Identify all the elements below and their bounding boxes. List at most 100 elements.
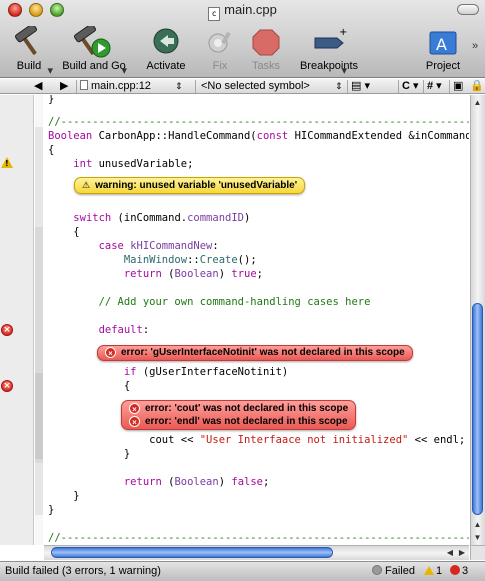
error-message-text: error: 'gUserInterfaceNotinit' was not d… [121,347,405,358]
code-folding-ribbon[interactable] [35,95,43,545]
warning-indicator-icon[interactable]: ! [1,157,13,168]
scrollbar-corner [470,545,485,560]
error-message-bubble[interactable]: × error: 'cout' was not declared in this … [121,400,357,430]
code-token: true [231,268,257,280]
warning-count[interactable]: 1 [424,562,442,581]
scroll-up-arrow-icon[interactable]: ▲ [472,518,483,531]
build-menu-chevron-icon[interactable]: ▾ [47,64,53,77]
code-line-create: MainWindow::Create(); [48,253,257,267]
code-token: unusedVariable; [92,158,194,170]
code-line: } [48,447,130,461]
counterpart-popup[interactable]: C ▾ [402,79,419,94]
scroll-up-arrow-icon[interactable]: ▲ [472,96,483,109]
tasks-button[interactable]: Tasks [244,26,288,76]
error-message-row: × error: 'endl' was not declared in this … [129,415,348,428]
warning-message-text: warning: unused variable 'unusedVariable… [95,180,298,191]
file-popup-arrows-icon: ⇕ [175,81,183,91]
code-line-cout: cout << "User Interfaace not initialized… [48,433,465,447]
scroll-left-arrow-icon[interactable]: ◀ [444,546,456,559]
code-token: Boolean [48,130,93,142]
vertical-scroll-thumb[interactable] [472,303,483,515]
svg-text:+: + [339,27,347,38]
build-result-icon [372,565,382,575]
lock-icon[interactable]: 🔒 [470,79,484,94]
build-and-go-label: Build and Go [62,60,126,72]
project-button[interactable]: A Project [418,26,468,76]
code-token: Create [199,254,238,266]
code-token: (inCommand. [111,212,188,224]
code-token: :: [187,254,200,266]
fix-button[interactable]: Fix [200,26,240,76]
code-token: { [123,380,131,392]
error-indicator-icon[interactable]: × [1,380,13,392]
code-token: "User Interfaace not initialized" [199,434,409,446]
file-icon [80,80,88,90]
code-token: default [98,324,143,336]
code-line-return-false: return (Boolean) false; [48,475,269,489]
warning-message-bubble[interactable]: ⚠ warning: unused variable 'unusedVariabl… [74,177,306,194]
svg-text:A: A [436,35,447,54]
code-line-case: case kHICommandNew: [48,239,219,253]
code-token: << endl; [408,434,466,446]
editor-navigation-bar: ◀ ▶ main.cpp:12 ⇕ <No selected symbol> ⇕… [0,79,485,94]
warning-icon [424,566,434,575]
code-token: (gUserInterfaceNotinit) [136,366,289,378]
horizontal-scroll-thumb[interactable] [51,547,333,558]
build-result[interactable]: Failed [372,562,415,581]
project-icon: A [429,31,457,55]
bookmarks-popup[interactable]: ▤ ▾ [351,79,370,94]
build-button[interactable]: Build ▾ [2,26,56,77]
error-icon: × [105,347,116,358]
activate-button[interactable]: Activate [140,26,192,76]
code-token: ( [161,476,175,488]
code-line-switch: switch (inCommand.commandID) [48,211,250,225]
code-line: { [48,379,130,393]
project-label: Project [425,60,461,72]
file-history-popup[interactable]: main.cpp:12 [80,79,151,94]
includes-popup[interactable]: # ▾ [427,79,442,94]
code-editor[interactable]: } //------------------------------------… [44,95,469,545]
breakpoints-button[interactable]: + Breakpoints ▾ [293,26,365,77]
warning-count-label: 1 [436,565,443,577]
code-line-unused-variable: int unusedVariable; [48,157,193,171]
history-back-arrow-icon[interactable]: ◀ [34,79,42,94]
error-message-bubble[interactable]: × error: 'gUserInterfaceNotinit' was not … [97,345,413,361]
code-token: return [123,268,162,280]
error-icon [450,565,460,575]
code-token: ; [256,268,263,280]
toolbar-overflow-chevron-icon[interactable]: » [472,40,478,52]
code-token: } [123,448,131,460]
code-line: } [48,489,79,503]
error-message-text: error: 'cout' was not declared in this s… [145,403,349,414]
history-forward-arrow-icon[interactable]: ▶ [60,79,68,94]
code-line: { [48,144,55,156]
build-and-go-menu-chevron-icon[interactable]: ▾ [121,64,127,77]
breakpoints-label: Breakpoints [299,60,359,72]
error-message-row: × error: 'cout' was not declared in this … [129,402,348,415]
error-count-label: 3 [462,565,469,577]
editor-gutter[interactable]: ! × × [0,95,34,545]
code-token: ) [218,476,232,488]
window-title: main.cpp [224,2,277,17]
error-count[interactable]: 3 [450,562,468,581]
symbol-popup-arrows-icon: ⇕ [335,81,343,91]
code-token: ( [161,268,175,280]
breakpoints-menu-chevron-icon[interactable]: ▾ [341,64,347,77]
build-and-go-button[interactable]: Build and Go ▾ [58,26,130,77]
code-line-default: default: [48,323,150,337]
code-token: cout << [149,434,200,446]
scroll-down-arrow-icon[interactable]: ▼ [472,531,483,544]
build-and-go-icon [73,26,111,58]
code-token: switch [73,212,112,224]
breakpoints-icon: + [314,27,347,49]
error-indicator-icon[interactable]: × [1,324,13,336]
code-token: ; [262,476,270,488]
split-view-icon[interactable]: ▣ [453,79,463,94]
c-source-file-icon: c [208,7,221,21]
toolbar-toggle-button[interactable] [457,4,479,15]
scroll-right-arrow-icon[interactable]: ▶ [456,546,468,559]
code-token: commandID [187,212,244,224]
code-line-function-signature: Boolean CarbonApp::HandleCommand(const H… [48,129,469,143]
code-line: } [48,95,55,105]
symbol-popup[interactable]: <No selected symbol> [201,79,310,94]
